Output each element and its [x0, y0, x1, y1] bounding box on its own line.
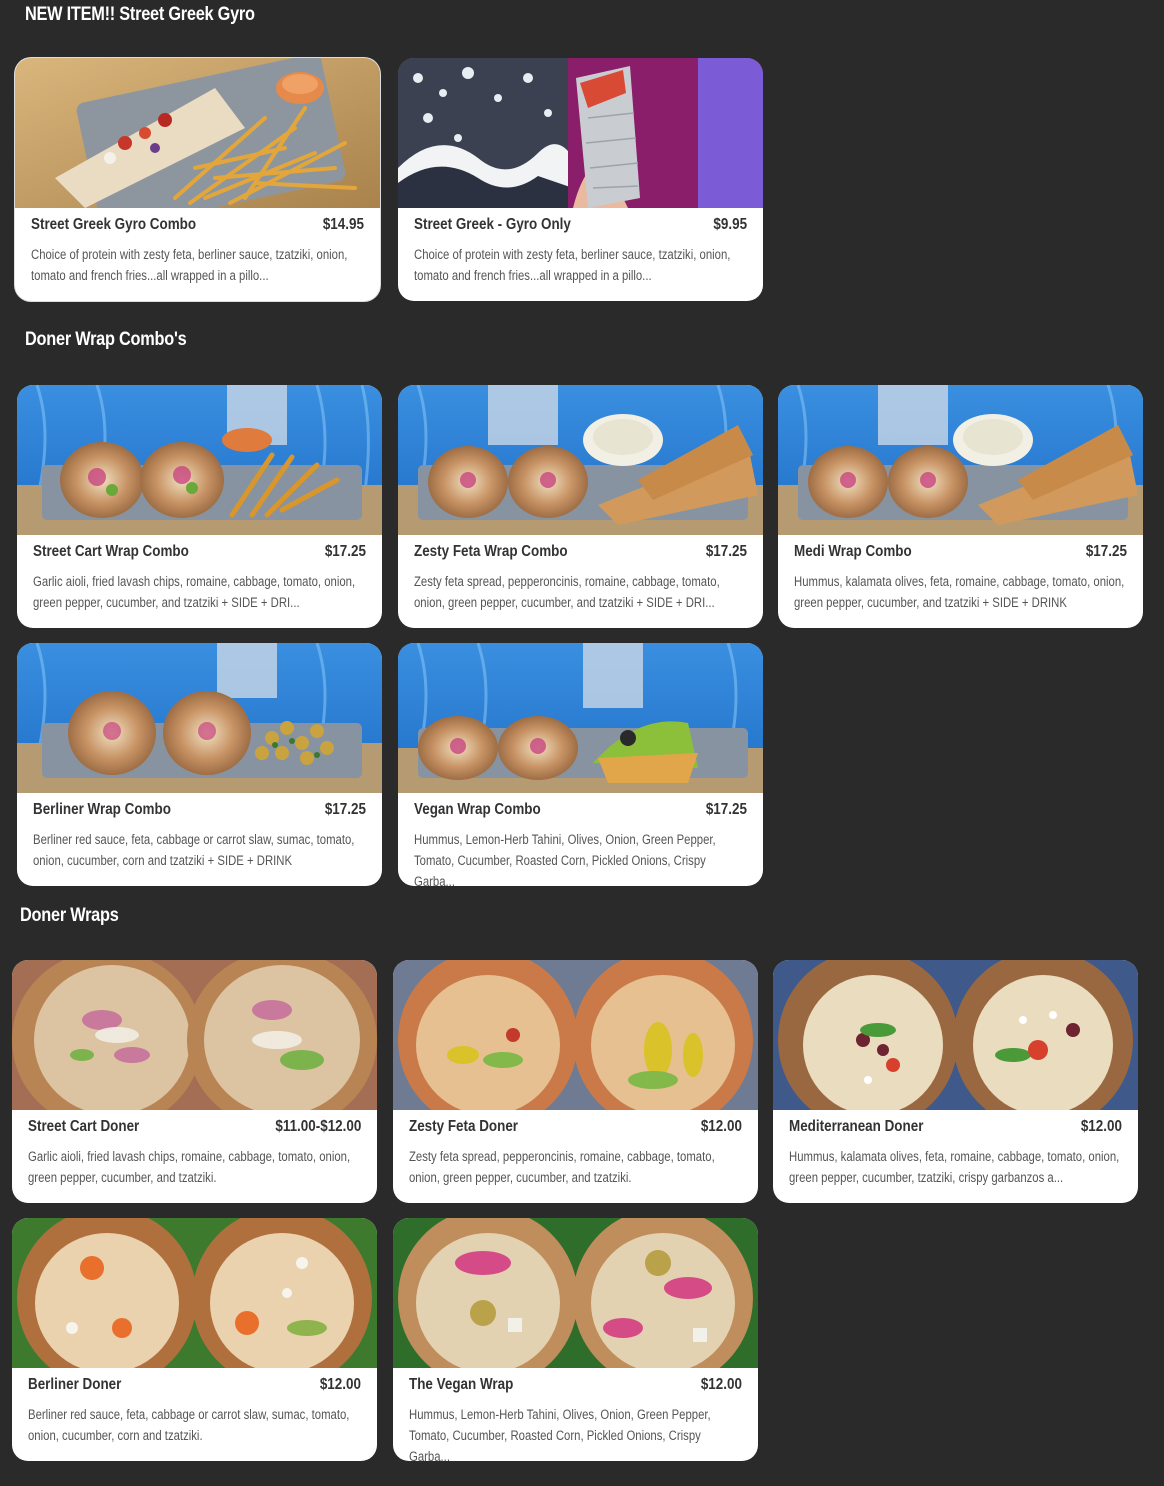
item-photo: [778, 385, 1143, 535]
item-description: Garlic aioli, fried lavash chips, romain…: [28, 1149, 351, 1185]
item-name: Mediterranean Doner: [789, 1118, 924, 1135]
item-description: Hummus, kalamata olives, feta, romaine, …: [794, 574, 1125, 610]
item-price: $14.95: [322, 216, 364, 233]
item-price: $9.95: [713, 216, 747, 233]
item-price: $17.25: [705, 543, 747, 560]
item-price: $12.00: [700, 1376, 742, 1393]
item-name: The Vegan Wrap: [409, 1376, 514, 1393]
item-name: Street Cart Wrap Combo: [33, 543, 189, 560]
item-photo: [393, 960, 758, 1110]
item-photo: [17, 385, 382, 535]
item-description: Choice of protein with zesty feta, berli…: [414, 247, 731, 283]
item-photo: [17, 643, 382, 793]
item-name: Street Greek Gyro Combo: [31, 216, 197, 233]
item-description: Zesty feta spread, pepperoncinis, romain…: [409, 1149, 715, 1185]
item-name: Street Cart Doner: [28, 1118, 140, 1135]
menu-item-card[interactable]: Street Greek Gyro Combo $14.95 Choice of…: [15, 58, 380, 301]
menu-item-card[interactable]: Street Greek - Gyro Only $9.95 Choice of…: [398, 58, 763, 301]
item-name: Zesty Feta Doner: [409, 1118, 519, 1135]
section-title-doner-wrap-combos: Doner Wrap Combo's: [25, 329, 187, 350]
item-price: $12.00: [1080, 1118, 1122, 1135]
item-price: $11.00-$12.00: [275, 1118, 361, 1135]
item-price: $12.00: [319, 1376, 361, 1393]
item-price: $17.25: [324, 543, 366, 560]
menu-item-card[interactable]: Vegan Wrap Combo $17.25 Hummus, Lemon-He…: [398, 643, 763, 886]
item-description: Hummus, Lemon-Herb Tahini, Olives, Onion…: [409, 1407, 711, 1461]
menu-item-card[interactable]: Berliner Wrap Combo $17.25 Berliner red …: [17, 643, 382, 886]
item-photo: [15, 58, 380, 208]
item-name: Berliner Doner: [28, 1376, 122, 1393]
menu-item-card[interactable]: Mediterranean Doner $12.00 Hummus, kalam…: [773, 960, 1138, 1203]
item-photo: [398, 643, 763, 793]
item-name: Medi Wrap Combo: [794, 543, 912, 560]
menu-item-card[interactable]: The Vegan Wrap $12.00 Hummus, Lemon-Herb…: [393, 1218, 758, 1461]
menu-item-card[interactable]: Berliner Doner $12.00 Berliner red sauce…: [12, 1218, 377, 1461]
item-description: Garlic aioli, fried lavash chips, romain…: [33, 574, 356, 610]
section-title-doner-wraps: Doner Wraps: [20, 905, 119, 926]
item-description: Choice of protein with zesty feta, berli…: [31, 247, 348, 283]
menu-item-card[interactable]: Medi Wrap Combo $17.25 Hummus, kalamata …: [778, 385, 1143, 628]
menu-item-card[interactable]: Street Cart Doner $11.00-$12.00 Garlic a…: [12, 960, 377, 1203]
item-description: Zesty feta spread, pepperoncinis, romain…: [414, 574, 720, 610]
item-name: Berliner Wrap Combo: [33, 801, 171, 818]
item-photo: [393, 1218, 758, 1368]
item-description: Berliner red sauce, feta, cabbage or car…: [28, 1407, 350, 1443]
item-description: Hummus, kalamata olives, feta, romaine, …: [789, 1149, 1120, 1185]
item-price: $17.25: [324, 801, 366, 818]
menu-item-card[interactable]: Zesty Feta Doner $12.00 Zesty feta sprea…: [393, 960, 758, 1203]
menu-item-card[interactable]: Street Cart Wrap Combo $17.25 Garlic aio…: [17, 385, 382, 628]
item-name: Vegan Wrap Combo: [414, 801, 541, 818]
item-photo: [398, 385, 763, 535]
item-photo: [773, 960, 1138, 1110]
item-price: $17.25: [705, 801, 747, 818]
item-description: Berliner red sauce, feta, cabbage or car…: [33, 832, 355, 868]
section-title-street-greek-gyro: NEW ITEM!! Street Greek Gyro: [25, 4, 255, 25]
item-name: Street Greek - Gyro Only: [414, 216, 571, 233]
menu-item-card[interactable]: Zesty Feta Wrap Combo $17.25 Zesty feta …: [398, 385, 763, 628]
item-description: Hummus, Lemon-Herb Tahini, Olives, Onion…: [414, 832, 716, 886]
item-price: $12.00: [700, 1118, 742, 1135]
item-name: Zesty Feta Wrap Combo: [414, 543, 568, 560]
item-photo: [398, 58, 763, 208]
item-price: $17.25: [1085, 543, 1127, 560]
item-photo: [12, 1218, 377, 1368]
item-photo: [12, 960, 377, 1110]
